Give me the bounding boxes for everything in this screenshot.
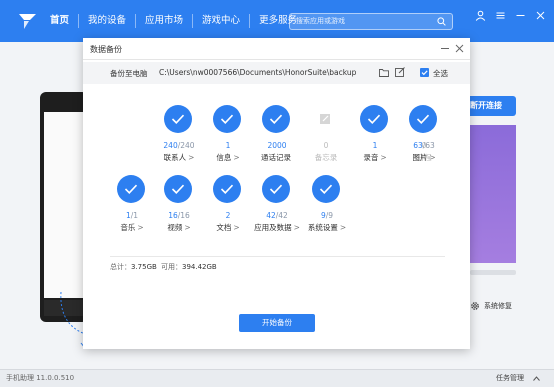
backup-item-documents[interactable]: 2 文档 > (200, 175, 256, 235)
item-count: 1 (225, 141, 231, 150)
backup-item-videos[interactable]: 16/16 视频 > (151, 175, 207, 235)
nav-game-center[interactable]: 游戏中心 (192, 14, 249, 28)
nav-app-market[interactable]: 应用市场 (135, 14, 192, 28)
item-label: 视频 > (167, 223, 191, 232)
title-divider (83, 59, 470, 60)
start-backup-button[interactable]: 开始备份 (239, 314, 315, 332)
item-count: 0 (323, 141, 329, 150)
search-input[interactable]: 搜索应用或游戏 (289, 13, 453, 30)
minimize-icon[interactable] (515, 10, 526, 21)
backup-item-photos-visible[interactable]: 63/63 图片 > (400, 105, 456, 165)
backup-path-label: 备份至电脑 (110, 69, 148, 78)
check-circle-icon (164, 175, 192, 203)
select-all-label: 全选 (433, 69, 448, 78)
item-label: 信息 > (216, 153, 240, 162)
close-icon[interactable] (535, 10, 546, 21)
total-size: 总计：3.75GB (110, 263, 157, 271)
edit-icon[interactable] (395, 67, 405, 77)
search-icon[interactable] (437, 17, 446, 26)
item-count: 9/9 (320, 211, 334, 220)
phone-screen (44, 112, 88, 298)
status-bar: 手机助理 11.0.0.510 任务管理 (0, 369, 554, 387)
caret-up-icon[interactable] (533, 376, 540, 381)
system-repair-label: 系统修复 (484, 302, 512, 310)
disconnect-button[interactable]: 断开连接 (462, 96, 516, 116)
nav-home[interactable]: 首页 (42, 14, 78, 28)
select-all-checkbox[interactable] (420, 68, 429, 77)
phone-preview (40, 92, 88, 322)
item-count: 1 (372, 141, 378, 150)
gear-icon (471, 302, 479, 310)
item-label: 图片 > (412, 153, 436, 162)
top-header: 首页 我的设备 应用市场 游戏中心 更多服务 搜索应用或游戏 (0, 0, 554, 42)
check-circle-icon (409, 105, 437, 133)
dialog-minimize-button[interactable] (441, 48, 449, 49)
item-count: 240/240 (163, 141, 195, 150)
backup-path-value: C:\Users\nw0007566\Documents\HonorSuite\… (159, 68, 357, 77)
backup-item-apps[interactable]: 42/42 应用及数据 > (249, 175, 305, 235)
promo-card (470, 125, 516, 263)
dialog-title: 数据备份 (90, 45, 122, 54)
backup-item-messages[interactable]: 1 信息 > (200, 105, 256, 165)
check-circle-icon (360, 105, 388, 133)
check-circle-icon (117, 175, 145, 203)
backup-item-recordings[interactable]: 1 录音 > (347, 105, 403, 165)
main-nav: 首页 我的设备 应用市场 游戏中心 更多服务 (42, 14, 306, 28)
app-logo-icon (19, 14, 36, 29)
search-placeholder: 搜索应用或游戏 (296, 17, 345, 25)
item-label: 应用及数据 > (254, 223, 300, 232)
version-label: 手机助理 11.0.0.510 (6, 374, 75, 382)
backup-item-contacts[interactable]: 240/240 联系人 > (151, 105, 207, 165)
backup-item-notes: 0 备忘录 (298, 105, 354, 165)
item-label: 联系人 > (163, 153, 195, 162)
progress-placeholder (470, 270, 516, 275)
menu-icon[interactable] (495, 10, 506, 21)
item-count: 2 (225, 211, 231, 220)
system-repair-button[interactable]: 系统修复 (470, 301, 512, 311)
notes-icon (320, 114, 330, 124)
available-space: 可用：394.42GB (161, 263, 217, 271)
check-circle-icon (262, 175, 290, 203)
user-icon[interactable] (475, 10, 486, 21)
dialog-close-icon[interactable] (455, 44, 464, 53)
backup-item-settings[interactable]: 9/9 系统设置 > (299, 175, 355, 235)
item-label: 录音 > (363, 153, 387, 162)
check-circle-icon (213, 175, 241, 203)
check-circle-icon (164, 105, 192, 133)
window-controls (475, 10, 546, 21)
backup-item-call-log[interactable]: 2000 通话记录 (249, 105, 305, 165)
item-count: 63/63 (413, 141, 435, 150)
backup-dialog: 数据备份 备份至电脑 C:\Users\nw0007566\Documents\… (83, 38, 470, 349)
backup-path-row: 备份至电脑 C:\Users\nw0007566\Documents\Honor… (83, 62, 470, 84)
item-count: 2000 (267, 141, 287, 150)
item-count: 16/16 (168, 211, 190, 220)
item-label: 文档 > (216, 223, 240, 232)
item-label: 系统设置 > (307, 223, 347, 232)
checkmark-icon (421, 70, 428, 76)
folder-icon[interactable] (379, 68, 389, 77)
item-label: 备忘录 (314, 153, 338, 162)
item-count: 42/42 (266, 211, 288, 220)
check-circle-icon (312, 175, 340, 203)
nav-my-device[interactable]: 我的设备 (78, 14, 135, 28)
check-circle-icon (213, 105, 241, 133)
item-label: 通话记录 (261, 153, 291, 162)
task-manager-button[interactable]: 任务管理 (496, 373, 524, 383)
check-circle-icon (262, 105, 290, 133)
storage-divider (110, 256, 445, 257)
